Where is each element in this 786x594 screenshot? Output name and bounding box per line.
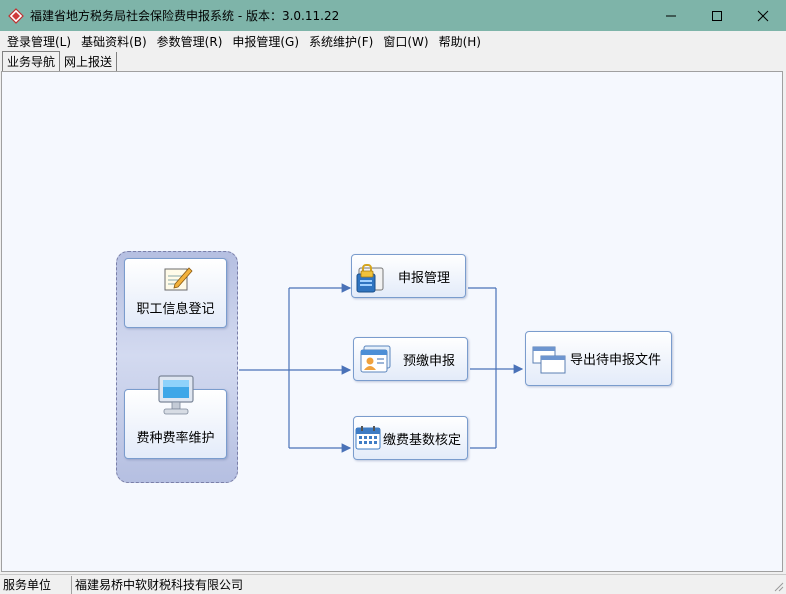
menu-login[interactable]: 登录管理(L): [2, 33, 76, 50]
tab-business-nav[interactable]: 业务导航: [2, 51, 61, 71]
close-button[interactable]: [740, 0, 786, 31]
status-value: 福建易桥中软财税科技有限公司: [75, 578, 244, 592]
employee-info-node[interactable]: 职工信息登记: [124, 258, 227, 328]
resize-grip-icon[interactable]: [772, 580, 784, 592]
app-logo-icon: [8, 7, 24, 24]
computer-monitor-icon: [158, 375, 194, 415]
maximize-icon: [712, 10, 722, 21]
menu-help[interactable]: 帮助(H): [434, 33, 486, 50]
title-bar: 福建省地方税务局社会保险费申报系统 - 版本：3.0.11.22: [0, 0, 786, 31]
folder-lock-icon: [356, 264, 384, 293]
calendar-icon: [355, 426, 381, 450]
employee-info-label: 职工信息登记: [136, 302, 215, 317]
tab-online-submit[interactable]: 网上报送: [60, 52, 118, 71]
menu-declare[interactable]: 申报管理(G): [227, 33, 304, 50]
window-title: 福建省地方税务局社会保险费申报系统 - 版本：3.0.11.22: [30, 9, 340, 23]
export-file-label: 导出待申报文件: [570, 353, 662, 368]
minimize-button[interactable]: [648, 0, 694, 31]
notepad-pencil-icon: [164, 267, 193, 291]
menu-window[interactable]: 窗口(W): [378, 33, 433, 50]
maximize-button[interactable]: [694, 0, 740, 31]
contact-card-icon: [360, 345, 391, 373]
menu-system[interactable]: 系统维护(F): [304, 33, 378, 50]
menu-bar: 登录管理(L) 基础资料(B) 参数管理(R) 申报管理(G) 系统维护(F) …: [0, 31, 786, 51]
status-label: 服务单位: [0, 575, 72, 594]
menu-params[interactable]: 参数管理(R): [152, 33, 228, 50]
menu-basic-data[interactable]: 基础资料(B): [76, 33, 152, 50]
close-icon: [757, 10, 769, 21]
fee-rate-label: 费种费率维护: [136, 431, 215, 446]
base-verify-label: 缴费基数核定: [383, 432, 462, 448]
windows-stack-icon: [532, 346, 566, 374]
status-bar: 服务单位 福建易桥中软财税科技有限公司: [0, 574, 786, 594]
minimize-icon: [666, 15, 676, 16]
prepay-declare-label: 预缴申报: [403, 353, 456, 369]
declare-manage-label: 申报管理: [398, 270, 451, 286]
tab-bar: 业务导航 网上报送: [0, 51, 786, 71]
